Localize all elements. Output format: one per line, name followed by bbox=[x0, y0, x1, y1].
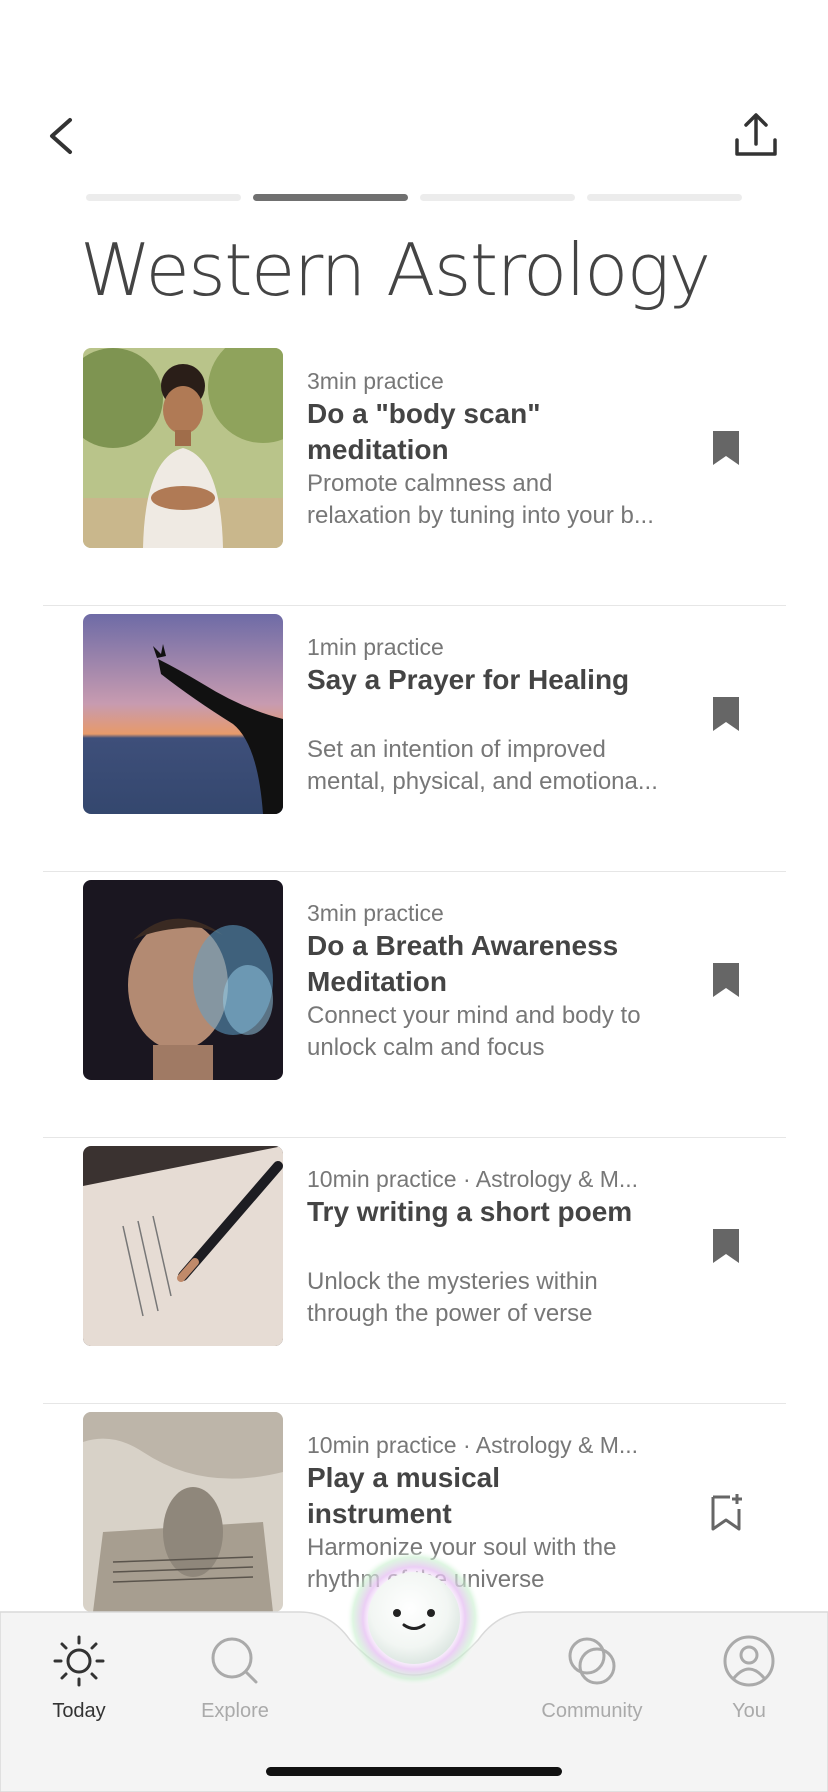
assistant-orb-button[interactable] bbox=[344, 1548, 484, 1688]
list-item[interactable]: 3min practice Do a Breath Awareness Medi… bbox=[0, 872, 828, 1138]
practice-meta: 10min practice · Astrology & M... bbox=[307, 1166, 639, 1192]
tab-label: You bbox=[732, 1700, 766, 1722]
smiley-orb-icon bbox=[346, 1550, 482, 1686]
profile-icon bbox=[723, 1635, 775, 1687]
share-upload-icon bbox=[735, 113, 777, 156]
practice-description: Connect your mind and body to unlock cal… bbox=[307, 1000, 679, 1064]
bookmark-add-icon bbox=[711, 1494, 742, 1531]
description-line: Promote calmness and bbox=[307, 470, 553, 497]
practice-meta: 10min practice · Astrology & M... bbox=[307, 1432, 639, 1458]
practice-description: Unlock the mysteries within through the … bbox=[307, 1266, 679, 1330]
progress-segment bbox=[86, 194, 241, 201]
bookmark-filled-icon bbox=[713, 1229, 739, 1263]
bookmark-add-button[interactable] bbox=[708, 1492, 744, 1532]
tab-label: Community bbox=[541, 1700, 643, 1722]
story-progress-bar bbox=[86, 194, 742, 202]
progress-segment-active bbox=[253, 194, 408, 201]
practice-list: 3min practice Do a "body scan" meditatio… bbox=[0, 340, 828, 1670]
practice-title: Play a musical instrument bbox=[307, 1462, 501, 1529]
description-line: unlock calm and focus bbox=[307, 1034, 545, 1061]
home-indicator bbox=[266, 1767, 562, 1776]
bookmark-filled-icon bbox=[713, 431, 739, 465]
header bbox=[0, 0, 828, 210]
description-line: Set an intention of improved bbox=[307, 736, 606, 763]
search-icon bbox=[211, 1637, 258, 1684]
description-line: relaxation by tuning into your b... bbox=[307, 502, 654, 529]
bookmark-filled-icon bbox=[713, 963, 739, 997]
practice-description: Set an intention of improved mental, phy… bbox=[307, 734, 679, 798]
practice-meta: 3min practice bbox=[307, 900, 444, 926]
tab-label: Explore bbox=[201, 1700, 269, 1722]
bookmark-button[interactable] bbox=[708, 1226, 744, 1266]
tab-today[interactable]: Today bbox=[14, 1624, 144, 1734]
practice-thumbnail bbox=[83, 614, 283, 814]
tab-explore[interactable]: Explore bbox=[170, 1624, 300, 1734]
list-item[interactable]: 3min practice Do a "body scan" meditatio… bbox=[0, 340, 828, 606]
tab-label: Today bbox=[52, 1700, 106, 1722]
practice-description: Promote calmness and relaxation by tunin… bbox=[307, 468, 679, 532]
back-button[interactable] bbox=[40, 108, 86, 164]
practice-thumbnail bbox=[83, 1412, 283, 1612]
practice-title: Do a "body scan" meditation bbox=[307, 398, 541, 465]
practice-thumbnail bbox=[83, 1146, 283, 1346]
bookmark-button[interactable] bbox=[708, 694, 744, 734]
progress-segment bbox=[587, 194, 742, 201]
description-line: through the power of verse bbox=[307, 1300, 593, 1327]
list-item[interactable]: 10min practice · Astrology & M... Try wr… bbox=[0, 1138, 828, 1404]
bookmark-button[interactable] bbox=[708, 428, 744, 468]
bookmark-button[interactable] bbox=[708, 960, 744, 1000]
chevron-left-icon bbox=[50, 118, 72, 154]
practice-title: Do a Breath Awareness Meditation bbox=[307, 930, 619, 997]
bookmark-filled-icon bbox=[713, 697, 739, 731]
practice-thumbnail bbox=[83, 880, 283, 1080]
community-circles-icon bbox=[568, 1637, 616, 1685]
practice-title: Try writing a short poem bbox=[307, 1196, 633, 1227]
practice-meta: 3min practice bbox=[307, 368, 444, 394]
description-line: mental, physical, and emotiona... bbox=[307, 768, 658, 795]
sun-icon bbox=[53, 1635, 105, 1687]
share-button[interactable] bbox=[730, 110, 782, 162]
tab-community[interactable]: Community bbox=[527, 1624, 657, 1734]
list-item[interactable]: 1min practice Say a Prayer for Healing S… bbox=[0, 606, 828, 872]
description-line: Connect your mind and body to bbox=[307, 1002, 641, 1029]
practice-thumbnail bbox=[83, 348, 283, 548]
tab-you[interactable]: You bbox=[684, 1624, 814, 1734]
practice-title: Say a Prayer for Healing bbox=[307, 664, 630, 695]
description-line: Unlock the mysteries within bbox=[307, 1268, 598, 1295]
page-title: Western Astrology bbox=[80, 228, 711, 312]
practice-meta: 1min practice bbox=[307, 634, 444, 660]
progress-segment bbox=[420, 194, 575, 201]
